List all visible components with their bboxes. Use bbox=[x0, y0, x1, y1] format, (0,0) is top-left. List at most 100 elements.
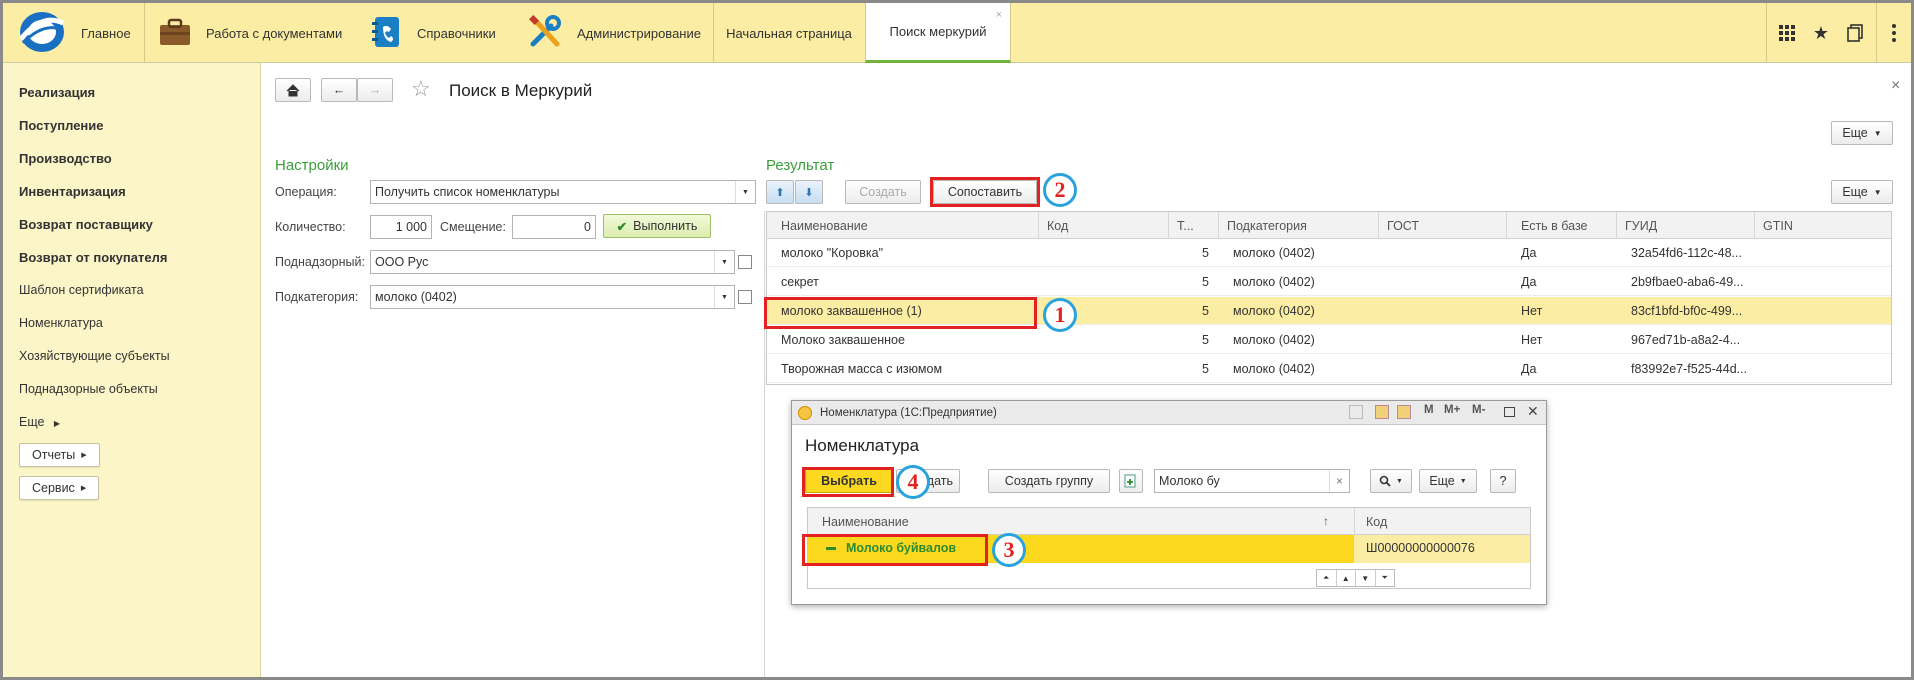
nav-documents[interactable]: Работа с документами bbox=[158, 3, 342, 63]
memory-m-button[interactable]: M bbox=[1424, 404, 1434, 416]
sidebar-item-receipts[interactable]: Поступление bbox=[19, 118, 104, 133]
operation-select[interactable]: Получить список номенклатуры ▼ bbox=[370, 180, 756, 204]
table-row[interactable]: молоко "Коровка" 5 молоко (0402) Да 32a5… bbox=[767, 239, 1891, 267]
service-button[interactable]: Сервис ▶ bbox=[19, 476, 100, 500]
first-page-icon[interactable]: ⏶ bbox=[1317, 570, 1337, 586]
open-icon[interactable] bbox=[738, 290, 752, 304]
column-header[interactable]: Код bbox=[1366, 515, 1387, 529]
dialog-more-label: Еще bbox=[1429, 474, 1455, 488]
cell-guid: f83992e7-f525-44d... bbox=[1631, 362, 1748, 376]
close-icon[interactable]: ✕ bbox=[1527, 403, 1539, 420]
sidebar-item-return-supplier[interactable]: Возврат поставщику bbox=[19, 217, 153, 232]
tab-start-page[interactable]: Начальная страница bbox=[713, 3, 865, 63]
maximize-icon[interactable] bbox=[1504, 407, 1515, 417]
result-more-button[interactable]: Еще ▼ bbox=[1831, 180, 1893, 204]
favorite-star-icon[interactable]: ☆ bbox=[411, 76, 431, 102]
result-more-label: Еще bbox=[1842, 185, 1868, 199]
cell-name: секрет bbox=[781, 275, 819, 289]
column-header[interactable]: Т... bbox=[1169, 212, 1219, 239]
column-header[interactable]: Код bbox=[1039, 212, 1169, 239]
next-page-icon[interactable]: ▼ bbox=[1356, 570, 1376, 586]
help-button[interactable]: ? bbox=[1490, 469, 1516, 493]
column-header[interactable]: ГУИД bbox=[1617, 212, 1755, 239]
cell-in-base: Да bbox=[1521, 362, 1537, 376]
page-close-icon[interactable]: × bbox=[1891, 77, 1900, 95]
search-button[interactable]: ▼ bbox=[1370, 469, 1412, 493]
copy-button[interactable] bbox=[1119, 469, 1143, 493]
apps-grid-icon[interactable] bbox=[1775, 3, 1799, 63]
column-header[interactable]: Подкатегория bbox=[1219, 212, 1379, 239]
dropdown-arrow-icon[interactable]: ▼ bbox=[735, 181, 755, 203]
highlight-selected-row bbox=[764, 297, 1037, 329]
memory-plus-button[interactable]: M+ bbox=[1444, 404, 1460, 416]
cell-subcategory: молоко (0402) bbox=[1233, 304, 1315, 318]
operation-value: Получить список номенклатуры bbox=[375, 185, 560, 199]
column-header[interactable]: Есть в базе bbox=[1507, 212, 1617, 239]
offset-input[interactable]: 0 bbox=[512, 215, 596, 239]
tab-mercury-search[interactable]: Поиск меркурий × bbox=[865, 3, 1011, 63]
memory-minus-button[interactable]: M- bbox=[1472, 404, 1485, 416]
sidebar-item-more[interactable]: Еще ▶ bbox=[19, 415, 60, 429]
cell-t: 5 bbox=[1202, 275, 1209, 289]
tools-icon bbox=[527, 14, 563, 53]
last-page-icon[interactable]: ⏷ bbox=[1376, 570, 1395, 586]
sort-ascending-icon[interactable]: ↑ bbox=[1323, 514, 1329, 528]
prev-page-icon[interactable]: ▲ bbox=[1337, 570, 1356, 586]
dropdown-arrow-icon[interactable]: ▼ bbox=[714, 286, 734, 308]
arrow-down-icon: ⬇ bbox=[804, 186, 814, 199]
table-navigation: ⏶ ▲ ▼ ⏷ bbox=[1316, 569, 1395, 587]
back-button[interactable]: ← bbox=[321, 78, 357, 102]
dropdown-arrow-icon[interactable]: ▼ bbox=[714, 251, 734, 273]
table-row[interactable]: Молоко заквашенное 5 молоко (0402) Нет 9… bbox=[767, 326, 1891, 354]
cell-gtin bbox=[1755, 297, 1892, 325]
table-row[interactable]: Творожная масса с изюмом 5 молоко (0402)… bbox=[767, 355, 1891, 383]
cell-name: Молоко заквашенное bbox=[781, 333, 905, 347]
sidebar-item-return-customer[interactable]: Возврат от покупателя bbox=[19, 250, 167, 265]
link-icon[interactable] bbox=[1349, 405, 1363, 419]
nav-home[interactable]: Главное bbox=[17, 3, 147, 63]
open-icon[interactable] bbox=[738, 255, 752, 269]
favorites-star-icon[interactable]: ★ bbox=[1809, 3, 1833, 63]
sidebar-item-production[interactable]: Производство bbox=[19, 151, 112, 166]
sidebar-item-supervised-objects[interactable]: Поднадзорные объекты bbox=[19, 382, 158, 396]
sidebar-item-certificate-template[interactable]: Шаблон сертификата bbox=[19, 283, 144, 297]
move-up-button[interactable]: ⬆ bbox=[766, 180, 794, 204]
sidebar-item-nomenclature[interactable]: Номенклатура bbox=[19, 316, 103, 330]
reports-button[interactable]: Отчеты ▶ bbox=[19, 443, 100, 467]
dialog-create-label: дать bbox=[926, 474, 953, 488]
history-icon[interactable] bbox=[1843, 3, 1867, 63]
column-header[interactable]: GTIN bbox=[1755, 212, 1892, 239]
nav-references[interactable]: Справочники bbox=[371, 3, 496, 63]
create-group-button[interactable]: Создать группу bbox=[988, 469, 1110, 493]
forward-button[interactable]: → bbox=[357, 78, 393, 102]
column-header[interactable]: Наименование bbox=[822, 515, 909, 529]
caret-down-icon: ▼ bbox=[1873, 187, 1882, 197]
create-label: Создать bbox=[859, 185, 907, 199]
execute-button[interactable]: ✔ Выполнить bbox=[603, 214, 711, 238]
column-header[interactable]: Наименование bbox=[767, 212, 1039, 239]
nav-administration[interactable]: Администрирование bbox=[527, 3, 701, 63]
menu-kebab-icon[interactable] bbox=[1883, 3, 1905, 63]
supervised-input[interactable]: ООО Рус ▼ bbox=[370, 250, 735, 274]
create-button[interactable]: Создать bbox=[845, 180, 921, 204]
move-down-button[interactable]: ⬇ bbox=[795, 180, 823, 204]
calendar-icon[interactable] bbox=[1397, 405, 1411, 419]
dialog-more-button[interactable]: Еще ▼ bbox=[1419, 469, 1477, 493]
sidebar-item-business-entities[interactable]: Хозяйствующие субъекты bbox=[19, 349, 170, 363]
sidebar-item-inventory[interactable]: Инвентаризация bbox=[19, 184, 126, 199]
dialog-search-input[interactable]: Молоко бу × bbox=[1154, 469, 1350, 493]
subcategory-input[interactable]: молоко (0402) ▼ bbox=[370, 285, 735, 309]
dialog-title: Номенклатура bbox=[805, 436, 920, 455]
cell-in-base: Нет bbox=[1521, 333, 1543, 347]
app-logo-icon bbox=[798, 405, 812, 420]
sidebar-item-sales[interactable]: Реализация bbox=[19, 85, 95, 100]
table-row[interactable]: секрет 5 молоко (0402) Да 2b9fbae0-aba6-… bbox=[767, 268, 1891, 296]
page-more-button[interactable]: Еще ▼ bbox=[1831, 121, 1893, 145]
calculator-icon[interactable] bbox=[1375, 405, 1389, 419]
clear-icon[interactable]: × bbox=[1329, 470, 1349, 492]
caret-right-icon: ▶ bbox=[81, 452, 87, 459]
quantity-input[interactable]: 1 000 bbox=[370, 215, 432, 239]
column-header[interactable]: ГОСТ bbox=[1379, 212, 1507, 239]
home-button[interactable] bbox=[275, 78, 311, 102]
tab-close-icon[interactable]: × bbox=[996, 9, 1002, 21]
